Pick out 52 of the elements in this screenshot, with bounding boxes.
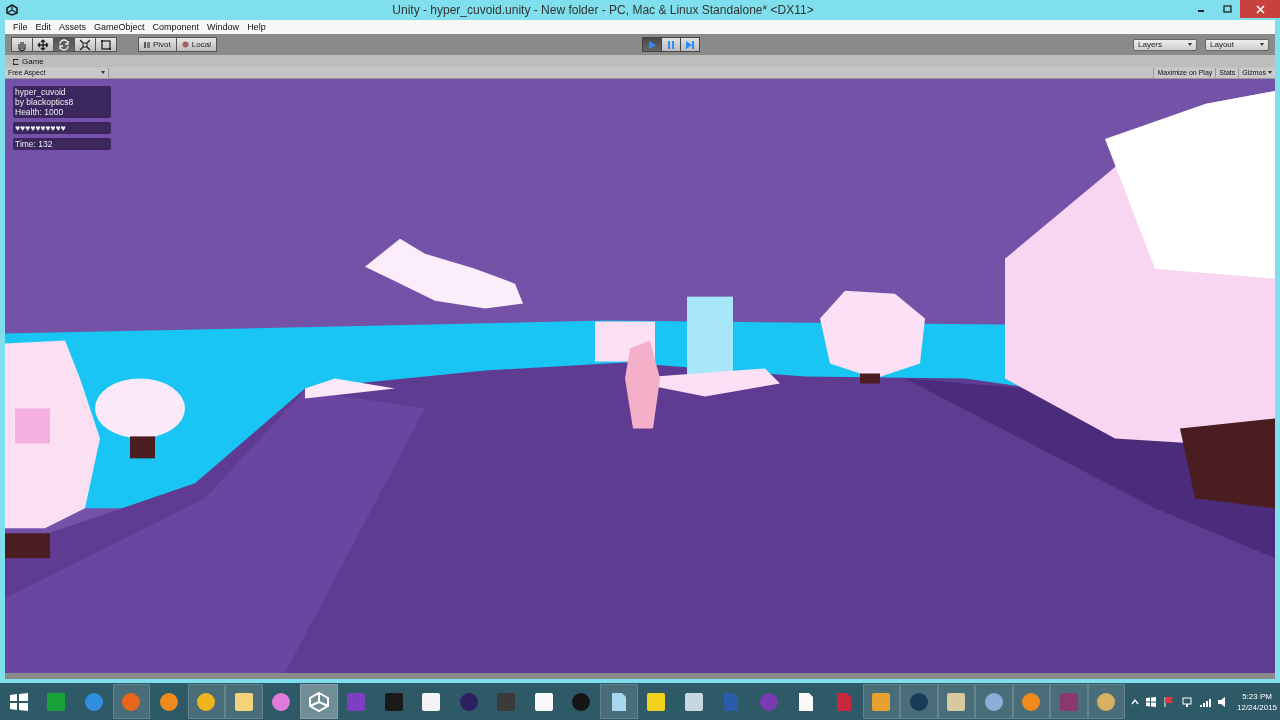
menu-item[interactable]: File — [9, 22, 32, 32]
window-title: Unity - hyper_cuvoid.unity - New folder - PC, Mac & Linux Standalone* <DX11> — [391, 3, 815, 17]
pause-icon — [665, 39, 676, 50]
scale-icon — [79, 38, 91, 51]
rect-tool-icon — [100, 38, 112, 51]
maximize-icon — [1222, 5, 1232, 13]
play-icon — [646, 39, 657, 50]
close-icon — [1255, 4, 1265, 14]
taskbar-app-button[interactable] — [300, 684, 338, 719]
taskbar-app-button[interactable] — [600, 684, 638, 719]
caret-icon — [1268, 71, 1272, 74]
menu-item[interactable]: Window — [203, 22, 244, 32]
chevron-up-icon — [1131, 698, 1139, 705]
menu-item[interactable]: Help — [243, 22, 270, 32]
taskbar-app-button[interactable] — [862, 684, 900, 719]
pivot-button[interactable]: Pivot — [138, 37, 177, 52]
rect-tool-tool-button[interactable] — [95, 37, 117, 52]
pivot-icon — [144, 41, 150, 48]
dropdown[interactable]: Layout — [1205, 38, 1269, 51]
move-icon — [37, 38, 49, 51]
taskbar-app-button[interactable] — [187, 684, 225, 719]
timer-label: Time: 132 — [13, 138, 111, 150]
rotate-icon — [58, 38, 70, 51]
clock-date: 12/24/2015 — [1237, 701, 1278, 713]
local-button[interactable]: Local — [175, 37, 217, 52]
taskbar-app-button[interactable] — [225, 684, 263, 719]
hearts-bar: ♥♥♥♥♥♥♥♥♥♥ — [13, 122, 111, 134]
network-icon — [1181, 695, 1193, 708]
dropdown[interactable]: Layers — [1133, 38, 1197, 51]
rotate-tool-button[interactable] — [53, 37, 75, 52]
speaker-icon — [1217, 695, 1227, 708]
game-tab[interactable]: Game — [9, 57, 48, 67]
step-icon — [684, 39, 695, 50]
hand-tool-button[interactable] — [11, 37, 33, 52]
menu-item[interactable]: GameObject — [90, 22, 149, 32]
scale-tool-button[interactable] — [74, 37, 96, 52]
taskbar-app-button[interactable] — [937, 684, 975, 719]
info-text: Health: 1000 — [15, 107, 65, 117]
flag-icon — [1163, 695, 1175, 708]
info-text: hyper_cuvoid — [15, 87, 67, 97]
clock-time: 5:23 PM — [1242, 690, 1272, 702]
close-button[interactable] — [1240, 0, 1280, 18]
caret-icon — [1188, 43, 1192, 46]
menu-item[interactable]: Component — [148, 22, 204, 32]
info-text: by blackoptics8 — [15, 97, 75, 107]
menu-item[interactable]: Assets — [55, 22, 91, 32]
unity-logo-icon — [6, 4, 18, 16]
caret-icon — [1260, 43, 1264, 46]
caret-icon — [101, 71, 105, 74]
menu-item[interactable]: Edit — [31, 22, 56, 32]
move-tool-button[interactable] — [32, 37, 54, 52]
windows-flag-icon — [1145, 695, 1157, 708]
